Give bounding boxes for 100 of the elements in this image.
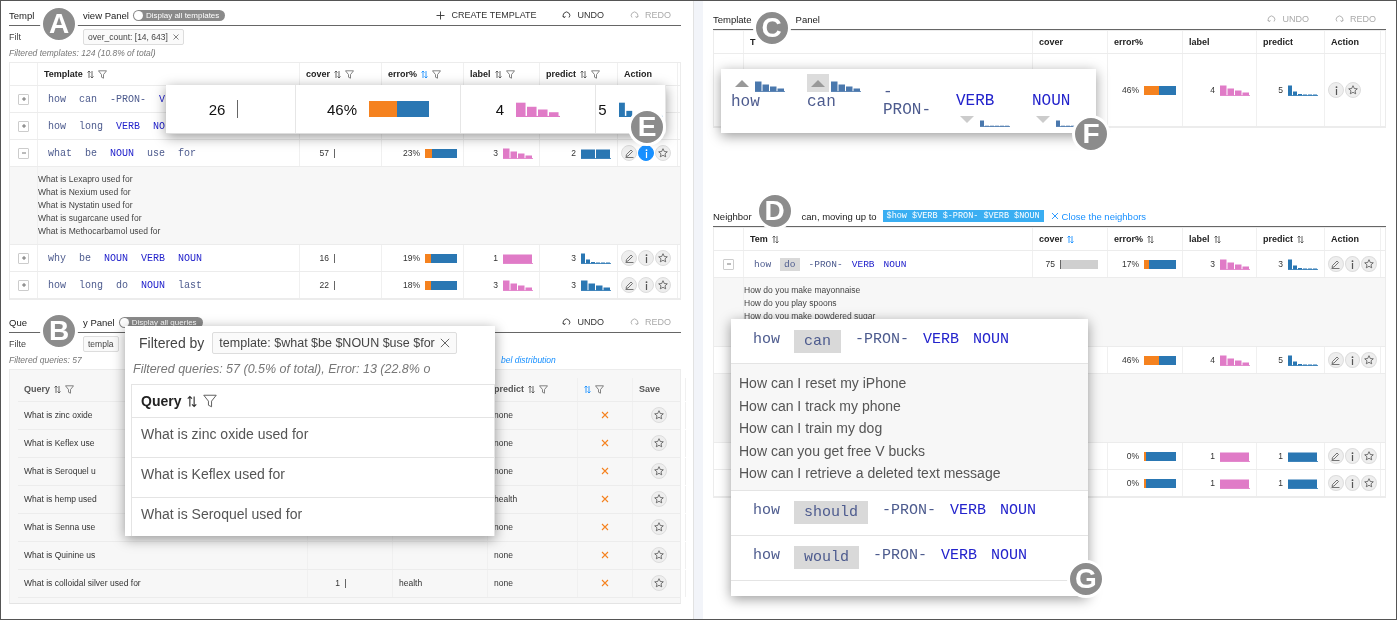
edit-button[interactable] [1328, 448, 1344, 464]
star-icon [654, 466, 664, 476]
sort-icon[interactable] [1213, 234, 1221, 244]
pencil-icon [1331, 259, 1341, 269]
info-icon [1351, 355, 1354, 365]
info-icon [1351, 478, 1354, 488]
edit-button[interactable] [621, 145, 637, 161]
pos-token: V [159, 92, 166, 106]
edit-button[interactable] [621, 250, 637, 266]
expand-toggle[interactable] [18, 252, 29, 264]
favorite-button[interactable] [655, 250, 671, 266]
query-text: How can you get free V bucks [739, 441, 926, 461]
word-token: why [48, 251, 66, 265]
filter-icon[interactable] [97, 69, 107, 79]
save-button[interactable] [651, 575, 667, 591]
predict-text: none [494, 464, 513, 478]
expand-toggle[interactable] [18, 147, 29, 159]
edit-button[interactable] [1328, 256, 1344, 272]
create-template-button[interactable]: CREATE TEMPLATE [436, 10, 537, 20]
sort-icon[interactable] [528, 384, 535, 394]
cover-count: 57 [319, 148, 329, 158]
sort-icon[interactable] [54, 384, 61, 394]
info-button[interactable] [638, 145, 654, 161]
move-up-icon[interactable] [807, 74, 829, 92]
expand-toggle[interactable] [18, 93, 29, 105]
favorite-button[interactable] [1345, 82, 1361, 98]
sort-icon[interactable] [1297, 234, 1304, 244]
filter-chip[interactable]: over_count: [14, 643] [83, 29, 184, 45]
label-histogram [1220, 258, 1250, 270]
pencil-icon [624, 253, 634, 263]
expand-toggle[interactable] [723, 258, 734, 270]
sort-icon[interactable] [494, 69, 502, 79]
query-text: What is Keflex use [24, 436, 95, 450]
filter-icon[interactable] [432, 69, 441, 79]
star-icon [1348, 85, 1358, 95]
query-text: What is Seroquel u [24, 464, 96, 478]
panel-title: Panel [795, 13, 820, 25]
filter-icon[interactable] [203, 394, 218, 408]
filter-icon[interactable] [595, 384, 604, 394]
save-button[interactable] [651, 435, 667, 451]
save-button[interactable] [651, 463, 667, 479]
undo-button[interactable]: UNDO [562, 10, 604, 20]
filter-label: Filtered by [139, 335, 205, 351]
sort-icon[interactable] [580, 69, 587, 79]
plus-icon [20, 123, 27, 129]
favorite-button[interactable] [1361, 475, 1377, 491]
column-header: label [1189, 234, 1210, 244]
filter-icon[interactable] [345, 69, 355, 79]
column-header: Action [1331, 37, 1359, 47]
display-all-toggle[interactable]: Display all templates [132, 9, 226, 21]
close-icon[interactable] [439, 338, 450, 348]
favorite-button[interactable] [655, 145, 671, 161]
edit-button[interactable] [621, 277, 637, 293]
sort-icon[interactable] [1147, 234, 1154, 244]
callout-badge: E [628, 108, 666, 146]
close-icon[interactable] [172, 34, 179, 40]
sort-icon[interactable] [334, 69, 342, 79]
save-button[interactable] [651, 519, 667, 535]
filter-chip[interactable]: templa [83, 336, 119, 352]
favorite-button[interactable] [1361, 256, 1377, 272]
close-neighbors-link[interactable]: Close the neighbors [1050, 210, 1147, 222]
word-token: how [754, 257, 772, 271]
expand-toggle[interactable] [18, 279, 29, 291]
predict-text: none [494, 548, 513, 562]
info-icon [644, 280, 648, 290]
cover-count: 75 [1045, 259, 1055, 269]
label-histogram [1220, 450, 1250, 462]
pos-token: VERB [923, 329, 960, 350]
filter-icon[interactable] [539, 384, 548, 394]
label-histogram [1220, 84, 1250, 96]
word-token: be [85, 146, 98, 160]
sort-icon[interactable] [187, 394, 198, 408]
favorite-button[interactable] [1361, 448, 1377, 464]
save-button[interactable] [651, 547, 667, 563]
sort-icon[interactable] [86, 69, 94, 79]
label-histogram [516, 101, 561, 117]
edit-button[interactable] [1328, 352, 1344, 368]
expand-toggle[interactable] [18, 120, 29, 132]
save-button[interactable] [651, 491, 667, 507]
save-button[interactable] [651, 407, 667, 423]
predict-text: none [494, 408, 513, 422]
pos-token: VERB [941, 546, 978, 566]
label-distribution-link[interactable]: bel distribution [501, 355, 681, 369]
template-tag: $how $VERB $-PRON- $VERB $NOUN [882, 210, 1044, 222]
edit-button[interactable] [1328, 475, 1344, 491]
error-cross-icon [601, 495, 609, 503]
word-token: how [48, 278, 66, 292]
filter-chip[interactable]: template: $what $be $NOUN $use $for [212, 332, 457, 354]
word-token: -PRON- [873, 546, 928, 566]
redo-icon [630, 317, 639, 327]
filter-icon[interactable] [65, 384, 74, 394]
filter-icon[interactable] [505, 69, 515, 79]
sort-icon[interactable] [771, 234, 779, 244]
favorite-button[interactable] [655, 277, 671, 293]
filter-icon[interactable] [591, 69, 600, 79]
predict-count: 3 [571, 253, 576, 263]
undo-icon [562, 317, 572, 327]
undo-button[interactable]: UNDO [562, 317, 604, 327]
predict-count: 3 [1278, 259, 1283, 269]
favorite-button[interactable] [1361, 352, 1377, 368]
